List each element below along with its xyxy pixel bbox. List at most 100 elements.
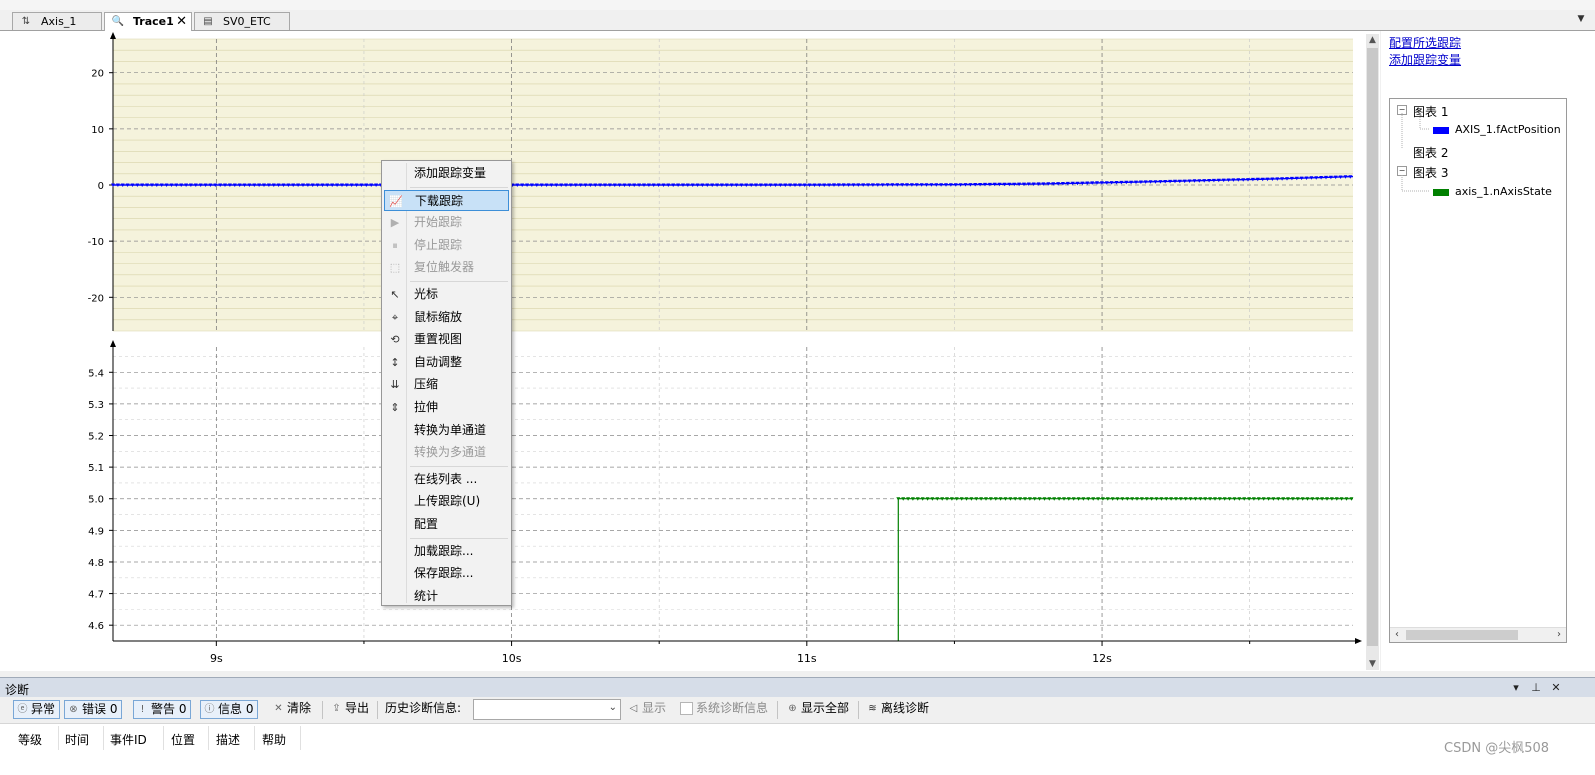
menu-item-label: 保存跟踪... [414,566,474,581]
menu-item-item-20[interactable]: 加载跟踪... [384,541,509,562]
scroll-left-icon[interactable]: ‹ [1390,628,1404,642]
menu-item-item-16[interactable]: 在线列表 ... [384,469,509,490]
menu-item-item-0[interactable]: 添加跟踪变量 [384,163,509,184]
toolbar-separator [322,701,323,719]
reset-view-icon: ⟲ [390,333,400,347]
show-all-icon: ⊕ [788,703,797,714]
column-location[interactable]: 位置 [171,731,195,748]
button-label: 错误 0 [82,702,118,716]
menu-item-pause[interactable]: ⏸ 停止跟踪 [384,235,509,256]
tab-trace1[interactable]: 🔍 Trace1 ✕ [104,12,192,31]
trace-chart[interactable]: 20 10 0 -10 -20 5.4 5.3 5.2 5.1 5.0 4.9 4.8 4.7 4.6 9s… [0,31,1365,671]
menu-item-item-13[interactable]: 转换为单通道 [384,420,509,441]
add-trace-variable-link[interactable]: 添加跟踪变量 [1389,51,1461,68]
button-label: 导出 [345,701,370,715]
menu-item-label: 自动调整 [414,354,463,369]
pin-icon[interactable]: ⊥ [1529,681,1543,694]
tab-label: SV0_ETC [223,15,271,28]
info-filter-button[interactable]: ⓘ 信息 0 [200,700,259,719]
toolbar-separator [777,701,778,719]
diagnostics-toolbar: ⓔ 异常 ⊗ 错误 0 ! 警告 0 ⓘ 信息 0 ✕ 清除 ⇪ 导出 历史诊断… [0,697,1595,724]
menu-item-cursor[interactable]: ↖ 光标 [384,284,509,305]
y-tick-label: -10 [88,237,104,248]
column-level[interactable]: 等级 [18,731,42,748]
menu-item-item-17[interactable]: 上传跟踪(U) [384,491,509,512]
menu-item-item-14[interactable]: 转换为多通道 [384,442,509,463]
export-icon: ⇪ [332,703,341,714]
panel-menu-icon[interactable]: ▾ [1509,681,1523,694]
menu-item-auto-fit[interactable]: ↕ 自动调整 [384,352,509,373]
button-label: 离线诊断 [881,701,930,715]
menu-item-reset-view[interactable]: ⟲ 重置视图 [384,329,509,350]
menu-item-item-22[interactable]: 统计 [384,586,509,607]
column-help[interactable]: 帮助 [262,731,286,748]
trace-view[interactable]: 20 10 0 -10 -20 5.4 5.3 5.2 5.1 5.0 4.9 4.8 4.7 4.6 9s… [0,31,1380,671]
tree-node-axis1-naxisstate[interactable]: axis_1.nAxisState [1455,185,1552,198]
scroll-down-icon[interactable]: ▼ [1366,658,1379,670]
menu-item-stretch[interactable]: ⇕ 拉伸 [384,397,509,418]
column-description[interactable]: 描述 [216,731,240,748]
tab-sv0-etc[interactable]: ▤ SV0_ETC [194,12,290,30]
menu-item-label: 转换为多通道 [414,445,487,460]
y-tick-label: 4.6 [88,621,104,632]
scroll-up-icon[interactable]: ▲ [1366,34,1379,46]
show-button[interactable]: ◁ 显示 [625,700,666,719]
menu-item-label: 下载跟踪 [415,193,464,208]
export-button[interactable]: ⇪ 导出 [328,700,369,719]
exception-filter-button[interactable]: ⓔ 异常 [13,700,61,719]
button-label: 信息 0 [218,702,254,716]
menu-item-compress[interactable]: ⇊ 压缩 [384,374,509,395]
tab-list-dropdown-icon[interactable]: ▼ [1574,12,1588,26]
y-tick-label: 4.9 [88,526,104,537]
y-tick-label: 4.7 [88,590,104,601]
tree-node-axis1-factposition[interactable]: AXIS_1.fActPosition [1455,123,1561,136]
menu-item-item-21[interactable]: 保存跟踪... [384,563,509,584]
menu-item-label: 复位触发器 [414,260,475,275]
clear-icon: ✕ [274,703,283,714]
error-filter-button[interactable]: ⊗ 错误 0 [64,700,123,719]
column-separator [103,726,104,750]
chevron-down-icon[interactable]: ⌄ [609,702,617,713]
y-tick-label: -20 [88,293,104,304]
y-tick-label: 5.1 [88,463,104,474]
clear-button[interactable]: ✕ 清除 [270,700,311,719]
show-all-button[interactable]: ⊕ 显示全部 [784,700,849,719]
menu-item-label: 重置视图 [414,332,463,347]
column-separator [254,726,255,750]
scroll-right-icon[interactable]: › [1552,628,1566,642]
menu-item-label: 在线列表 ... [414,471,478,486]
history-diagnostics-select[interactable]: ⌄ [473,699,621,720]
pause-icon: ⏸ [392,238,398,252]
tree-horizontal-scrollbar[interactable]: ‹ › [1390,627,1566,642]
download-trace-icon: 📈 [389,194,403,208]
trace-vertical-scrollbar[interactable]: ▲ ▼ [1366,34,1379,670]
column-time[interactable]: 时间 [65,731,89,748]
scrollbar-thumb[interactable] [1367,48,1378,646]
menu-item-download-trace[interactable]: 📈 下载跟踪 [384,189,509,211]
y-tick-label: 20 [91,69,104,80]
menu-item-reset-trigger[interactable]: ⬚ 复位触发器 [384,257,509,278]
menu-separator [410,465,508,467]
menu-item-play[interactable]: ▶ 开始跟踪 [384,212,509,233]
scrollbar-thumb[interactable] [1406,630,1518,640]
column-separator [300,726,301,750]
configure-selected-trace-link[interactable]: 配置所选跟踪 [1389,34,1461,51]
tab-axis-1[interactable]: ⇅ Axis_1 [12,12,102,30]
cursor-icon: ↖ [390,288,400,301]
menu-item-label: 添加跟踪变量 [414,166,487,180]
auto-fit-icon: ↕ [390,355,400,369]
menu-item-mouse-zoom[interactable]: ⌖ 鼠标缩放 [384,307,509,328]
offline-diagnostics-button[interactable]: ≋ 离线诊断 [864,700,929,719]
menu-separator [410,537,508,539]
column-separator [58,726,59,750]
system-diagnostics-checkbox[interactable] [680,702,693,715]
menu-item-item-18[interactable]: 配置 [384,514,509,535]
close-icon[interactable]: ✕ [1549,681,1563,694]
system-diagnostics-label: 系统诊断信息 [696,701,769,715]
close-tab-icon[interactable]: ✕ [176,13,187,30]
diagnostics-table: 等级 时间 事件ID 位置 描述 帮助 [0,724,1595,775]
button-label: 显示 [642,701,667,715]
column-event-id[interactable]: 事件ID [110,731,147,748]
warning-filter-button[interactable]: ! 警告 0 [133,700,192,719]
y-tick-label: 5.4 [88,368,104,379]
